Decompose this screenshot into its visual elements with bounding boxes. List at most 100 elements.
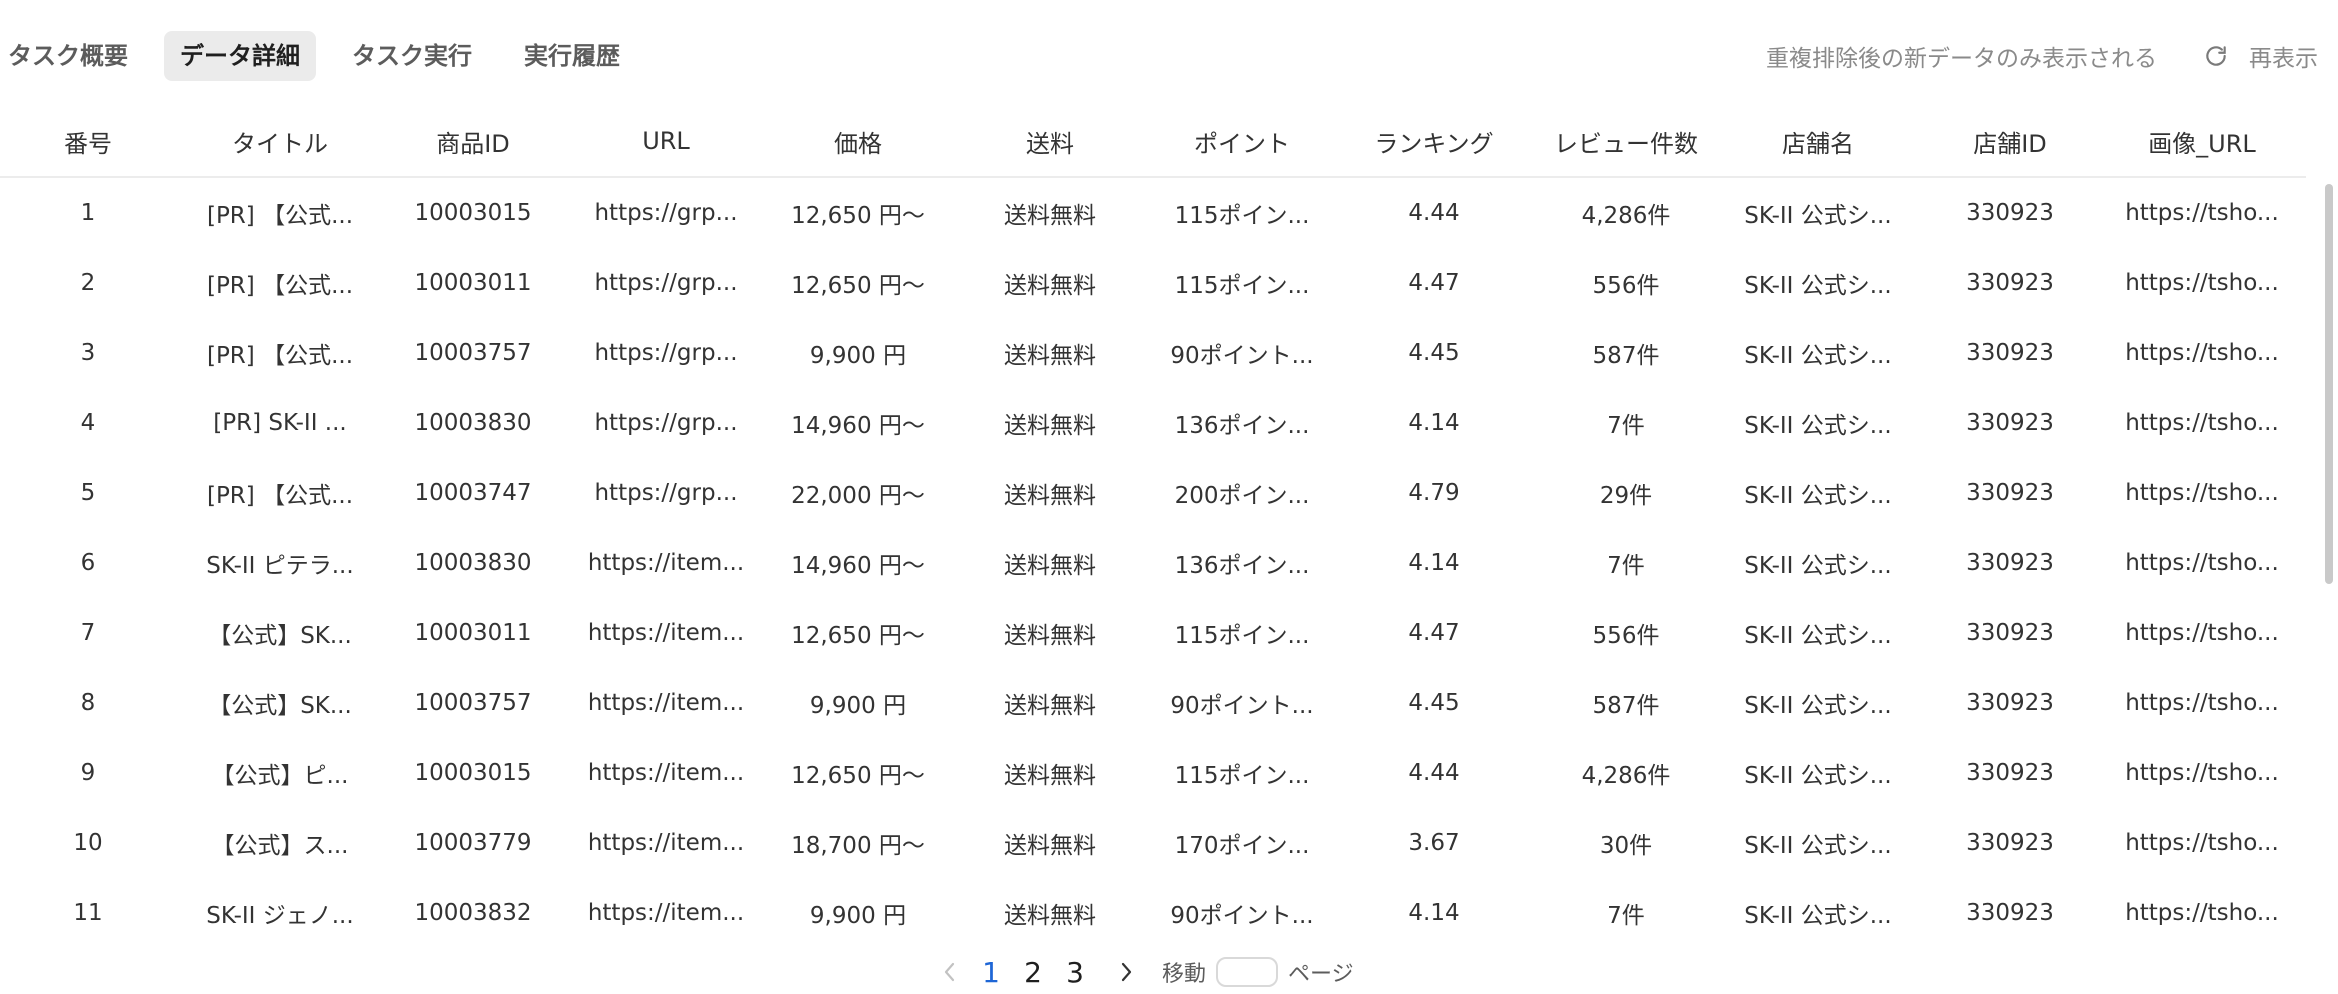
table-cell: 200ポイン... xyxy=(1174,483,1310,509)
table-cell: 330923 xyxy=(1966,270,2054,296)
table-cell: 90ポイント... xyxy=(1170,343,1314,369)
table-row[interactable]: 8 【公式】SK... 10003757 https://item... 9,900 円… xyxy=(0,668,2306,738)
table-cell: [PR] 【公式... xyxy=(206,483,354,509)
table-cell: 送料無料 xyxy=(1004,693,1096,719)
table-cell: 10003832 xyxy=(414,900,532,926)
tab-task-execution[interactable]: タスク実行 xyxy=(336,31,488,81)
table-cell: https://tsho... xyxy=(2125,410,2279,436)
table-cell: https://tsho... xyxy=(2125,270,2279,296)
column-header: 店舗名 xyxy=(1782,129,1854,158)
table-cell: 330923 xyxy=(1966,620,2054,646)
table-cell: [PR] 【公式... xyxy=(206,203,354,229)
table-cell: 10003779 xyxy=(414,830,532,856)
table-cell: 4,286件 xyxy=(1581,763,1671,789)
table-cell: 10003830 xyxy=(414,410,532,436)
table-cell: 136ポイン... xyxy=(1174,413,1310,439)
tab-data-details[interactable]: データ詳細 xyxy=(164,31,316,81)
top-bar: タスク概要 データ詳細 タスク実行 実行履歴 重複排除後の新データのみ表示される… xyxy=(0,0,2338,112)
table-cell: 4.14 xyxy=(1408,550,1460,576)
table-cell: 7件 xyxy=(1607,553,1645,579)
table-cell: 12,650 円〜 xyxy=(791,623,925,649)
refresh-button[interactable]: 再表示 xyxy=(2249,39,2318,73)
table-cell: https://tsho... xyxy=(2125,830,2279,856)
page-2-button[interactable]: 2 xyxy=(1012,956,1054,989)
table-cell: 7件 xyxy=(1607,903,1645,926)
table-cell: 4.45 xyxy=(1408,690,1460,716)
table-cell: 4.47 xyxy=(1408,270,1460,296)
table-cell: 115ポイン... xyxy=(1174,273,1310,299)
table-row[interactable]: 11 SK-II ジェノ... 10003832 https://item... 9,9… xyxy=(0,878,2306,926)
table-cell: https://grp... xyxy=(594,480,738,506)
scrollbar-thumb[interactable] xyxy=(2325,184,2333,584)
table-cell: 7 xyxy=(80,620,96,646)
goto-page-input[interactable] xyxy=(1216,957,1279,987)
table-cell: 330923 xyxy=(1966,830,2054,856)
table-cell: 10003747 xyxy=(414,480,532,506)
table-cell: 330923 xyxy=(1966,200,2054,226)
table-cell: 4.79 xyxy=(1408,480,1460,506)
table-cell: 12,650 円〜 xyxy=(791,203,925,229)
column-header: 価格 xyxy=(834,129,882,158)
table-row[interactable]: 3 [PR] 【公式... 10003757 https://grp... 9,900 … xyxy=(0,318,2306,388)
table-cell: SK-II 公式シ... xyxy=(1744,273,1892,299)
table-cell: 2 xyxy=(80,270,96,296)
table-cell: 330923 xyxy=(1966,340,2054,366)
table-cell: 9,900 円 xyxy=(809,693,907,719)
table-row[interactable]: 7 【公式】SK... 10003011 https://item... 12,650 … xyxy=(0,598,2306,668)
column-header: ランキング xyxy=(1374,129,1494,158)
table-cell: 14,960 円〜 xyxy=(791,413,925,439)
column-header: 画像_URL xyxy=(2148,129,2256,158)
data-table: 番号 タイトル 商品ID URL 価格 送料 ポイント ランキング レビュー件数 店舗名 店舗ID 画… xyxy=(0,106,2338,926)
refresh-icon[interactable] xyxy=(2201,41,2231,71)
table-cell: 10003011 xyxy=(414,270,532,296)
table-cell: 3 xyxy=(80,340,96,366)
table-cell: 330923 xyxy=(1966,480,2054,506)
vertical-scrollbar[interactable] xyxy=(2322,178,2336,926)
column-header: 商品ID xyxy=(436,129,510,158)
table-cell: 4.14 xyxy=(1408,410,1460,436)
chevron-right-icon[interactable] xyxy=(1106,959,1146,985)
column-header: レビュー件数 xyxy=(1554,129,1698,158)
table-cell: SK-II 公式シ... xyxy=(1744,903,1892,926)
page-1-button[interactable]: 1 xyxy=(970,956,1012,989)
table-cell: https://tsho... xyxy=(2125,760,2279,786)
page-suffix-label: ページ xyxy=(1288,962,1354,987)
table-cell: SK-II ピテラ... xyxy=(206,553,354,579)
chevron-left-icon[interactable] xyxy=(930,959,970,985)
table-cell: 556件 xyxy=(1592,273,1660,299)
table-cell: 10003757 xyxy=(414,690,532,716)
table-cell: 90ポイント... xyxy=(1170,903,1314,926)
table-cell: 【公式】SK... xyxy=(208,623,352,649)
table-cell: 5 xyxy=(80,480,96,506)
table-row[interactable]: 4 [PR] SK-II ... 10003830 https://grp... 14,… xyxy=(0,388,2306,458)
table-row[interactable]: 6 SK-II ピテラ... 10003830 https://item... 14,9… xyxy=(0,528,2306,598)
table-cell: SK-II 公式シ... xyxy=(1744,203,1892,229)
table-cell: SK-II 公式シ... xyxy=(1744,623,1892,649)
table-row[interactable]: 1 [PR] 【公式... 10003015 https://grp... 12,650… xyxy=(0,178,2306,248)
column-header: タイトル xyxy=(232,129,328,158)
table-cell: 8 xyxy=(80,690,96,716)
table-cell: https://tsho... xyxy=(2125,200,2279,226)
table-cell: https://tsho... xyxy=(2125,550,2279,576)
table-cell: 送料無料 xyxy=(1004,833,1096,859)
table-row[interactable]: 5 [PR] 【公式... 10003747 https://grp... 22,000… xyxy=(0,458,2306,528)
dedup-note: 重複排除後の新データのみ表示される xyxy=(1766,46,2157,72)
table-row[interactable]: 10 【公式】ス... 10003779 https://item... 18,700 … xyxy=(0,808,2306,878)
column-header: 送料 xyxy=(1026,129,1074,158)
column-header: ポイント xyxy=(1194,129,1290,158)
table-cell: 9 xyxy=(80,760,96,786)
table-cell: https://grp... xyxy=(594,410,738,436)
tab-task-overview[interactable]: タスク概要 xyxy=(0,31,144,81)
table-cell: SK-II 公式シ... xyxy=(1744,833,1892,859)
tab-execution-history[interactable]: 実行履歴 xyxy=(508,31,636,81)
table-cell: SK-II 公式シ... xyxy=(1744,483,1892,509)
table-row[interactable]: 2 [PR] 【公式... 10003011 https://grp... 12,650… xyxy=(0,248,2306,318)
table-cell: 4 xyxy=(80,410,96,436)
table-cell: 送料無料 xyxy=(1004,343,1096,369)
page-3-button[interactable]: 3 xyxy=(1054,956,1096,989)
table-cell: 6 xyxy=(80,550,96,576)
table-cell: 送料無料 xyxy=(1004,763,1096,789)
table-cell: SK-II 公式シ... xyxy=(1744,693,1892,719)
table-row[interactable]: 9 【公式】ピ... 10003015 https://item... 12,650 円… xyxy=(0,738,2306,808)
table-cell: 1 xyxy=(80,200,96,226)
